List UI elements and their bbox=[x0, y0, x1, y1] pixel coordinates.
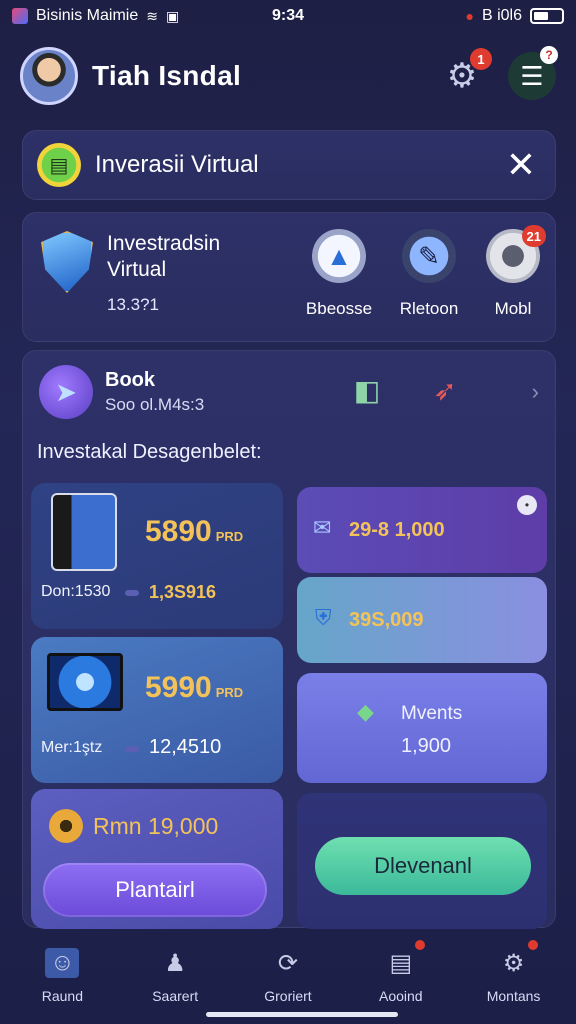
chevron-right-icon[interactable]: › bbox=[532, 379, 539, 405]
battery-icon bbox=[530, 8, 564, 24]
shield-icon: ⛨ bbox=[315, 605, 332, 630]
section-label: Investakal Desagenbelet: bbox=[37, 441, 262, 463]
app-icon bbox=[12, 8, 28, 24]
mvents-tile[interactable]: ◆ Mvents 1,900 bbox=[297, 673, 547, 783]
action-tile: Dlevenanl bbox=[297, 793, 547, 929]
mvents-value: 1,900 bbox=[401, 735, 452, 757]
separator-dot bbox=[125, 746, 139, 752]
tv-value: 12,4510 bbox=[149, 736, 222, 758]
phone-icon bbox=[51, 493, 117, 571]
separator-dot bbox=[125, 590, 139, 596]
help-icon[interactable]: • bbox=[517, 495, 537, 515]
tab-label: Saarert bbox=[152, 988, 199, 1004]
banner-title: Inverasii Virtual bbox=[95, 151, 259, 178]
invest-title-line1: Investradsin bbox=[107, 232, 221, 255]
phone-value: 1,3S916 bbox=[149, 582, 217, 602]
chess-icon: ♟ bbox=[164, 949, 186, 977]
tab-montans[interactable]: ⚙ Montans bbox=[464, 936, 564, 1024]
send-icon: ➤ bbox=[39, 365, 93, 419]
book-title: Book bbox=[105, 369, 155, 391]
status-app-name: Bisinis Maimie bbox=[36, 7, 139, 24]
tab-badge bbox=[414, 940, 425, 950]
tab-aooind[interactable]: ▤ Aooind bbox=[351, 936, 451, 1024]
notifications-button[interactable]: ⚙ 1 bbox=[438, 48, 492, 100]
menu-badge: ? bbox=[540, 46, 558, 64]
tv-price: 5990 PRD bbox=[145, 671, 244, 704]
avatar-icon: ☺ bbox=[45, 948, 80, 978]
coin-icon bbox=[49, 809, 83, 843]
cursor-icon[interactable]: ➶ bbox=[427, 373, 463, 409]
mobi-badge: 21 bbox=[521, 225, 546, 247]
tv-key: Mer:1ştz bbox=[41, 739, 103, 756]
mvents-title: Mvents bbox=[401, 703, 463, 724]
invest-value: 13.3?1 bbox=[107, 295, 159, 314]
list-icon: ▤ bbox=[389, 949, 413, 977]
virtual-banner[interactable]: ▤ Inverasii Virtual ✕ bbox=[22, 130, 556, 200]
quick-label: Bbeosse bbox=[305, 299, 373, 318]
mail-value: 29-8 1,000 bbox=[349, 519, 445, 541]
phone-key: Don:1530 bbox=[41, 583, 111, 600]
quick-browse-button[interactable]: ▲ Bbeosse bbox=[289, 229, 389, 319]
sim-icon: ▣ bbox=[165, 7, 180, 24]
main-card: ➤ Book Soo ol.M4s:3 ◧ ➶ › Investakal Des… bbox=[22, 350, 556, 929]
plantairl-button[interactable]: Plantairl bbox=[43, 863, 267, 917]
tab-label: Montans bbox=[486, 988, 541, 1004]
shield-icon bbox=[41, 231, 93, 293]
quick-label: Mobl bbox=[494, 299, 532, 318]
notification-badge: 1 bbox=[470, 48, 492, 70]
bottom-tab-bar: ☺ Raund ♟ Saarert ⟳ Groriert ▤ Aooind ⚙ … bbox=[0, 936, 576, 1024]
invest-title: Investradsin Virtual bbox=[107, 231, 220, 283]
tab-label: Groriert bbox=[264, 988, 312, 1004]
doc-icon: ▤ bbox=[37, 143, 81, 187]
phone-price: 5890 PRD bbox=[145, 515, 244, 548]
monitor-icon bbox=[47, 653, 123, 711]
shield-value: 39S,009 bbox=[349, 609, 424, 631]
phone-product-tile[interactable]: 5890 PRD Don:1530 1,3S916 bbox=[31, 483, 283, 629]
location-icon: ● bbox=[465, 8, 474, 24]
status-network: B i0l6 bbox=[481, 7, 522, 24]
app-header: Tiah Isndal ⚙ 1 ☰ ? bbox=[0, 36, 576, 116]
mail-icon: ✉ bbox=[313, 515, 332, 540]
tab-label: Aooind bbox=[378, 988, 423, 1004]
gear-icon: ⚙ bbox=[502, 949, 525, 977]
rm-amount: Rmn 19,000 bbox=[93, 813, 219, 839]
status-bar: Bisinis Maimie ≋ ▣ 9:34 ● B i0l6 bbox=[0, 0, 576, 32]
dlevenanl-button[interactable]: Dlevenanl bbox=[315, 837, 531, 895]
disc-icon: 21 bbox=[486, 225, 546, 283]
book-subtitle: Soo ol.M4s:3 bbox=[105, 395, 205, 414]
tv-product-tile[interactable]: 5990 PRD Mer:1ştz 12,4510 bbox=[31, 637, 283, 783]
invest-title-line2: Virtual bbox=[107, 258, 167, 281]
tab-label: Raund bbox=[41, 988, 84, 1004]
tab-raund[interactable]: ☺ Raund bbox=[12, 936, 112, 1024]
wifi-icon: ≋ bbox=[146, 7, 158, 24]
tab-badge bbox=[527, 940, 538, 950]
menu-button[interactable]: ☰ ? bbox=[508, 46, 558, 100]
invest-card: Investradsin Virtual 13.3?1 ▲ Bbeosse ✎ … bbox=[22, 212, 556, 342]
home-indicator[interactable] bbox=[206, 1012, 398, 1017]
tag-icon: ◆ bbox=[357, 699, 374, 724]
cycle-icon: ⟳ bbox=[277, 949, 299, 977]
tab-saarert[interactable]: ♟ Saarert bbox=[125, 936, 225, 1024]
shield-tile[interactable]: ⛨ 39S,009 bbox=[297, 577, 547, 663]
tab-groriert[interactable]: ⟳ Groriert bbox=[238, 936, 338, 1024]
quick-mobi-button[interactable]: 21 Mobl bbox=[463, 225, 563, 319]
rm-tile: Rmn 19,000 Plantairl bbox=[31, 789, 283, 929]
menu-icon: ☰ bbox=[520, 60, 544, 91]
avatar[interactable] bbox=[20, 47, 78, 105]
mail-tile[interactable]: • ✉ 29-8 1,000 bbox=[297, 487, 547, 573]
arrow-icon: ▲ bbox=[312, 229, 366, 283]
pen-icon: ✎ bbox=[402, 229, 456, 283]
grid-icon[interactable]: ◧ bbox=[349, 373, 385, 409]
page-title: Tiah Isndal bbox=[92, 60, 242, 91]
close-button[interactable]: ✕ bbox=[501, 144, 541, 186]
